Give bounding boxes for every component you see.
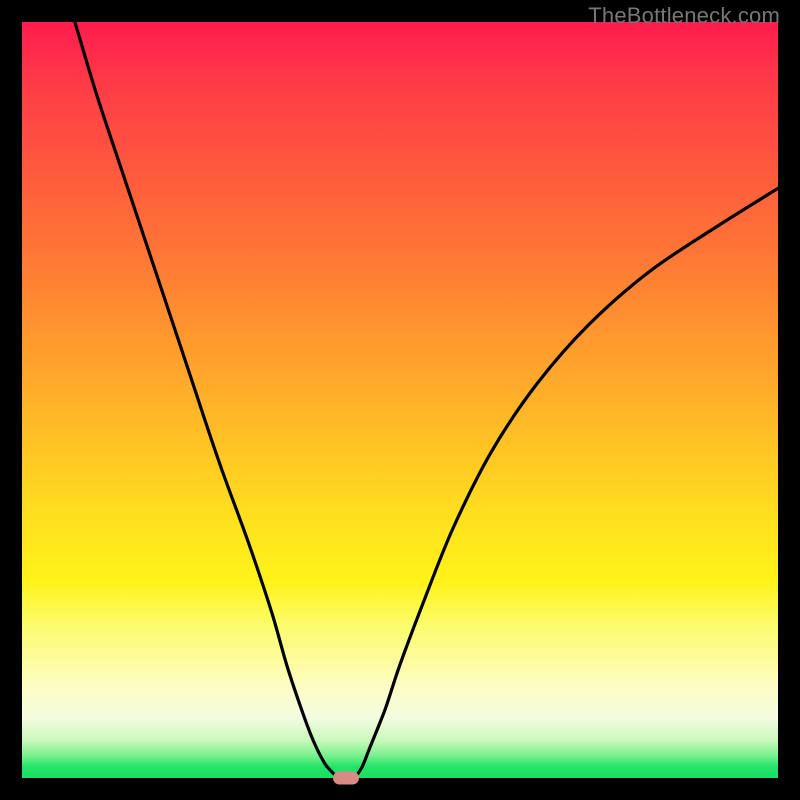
chart-root: TheBottleneck.com: [0, 0, 800, 800]
watermark-text: TheBottleneck.com: [588, 3, 780, 29]
curve-layer: [22, 22, 778, 778]
vertex-marker: [333, 772, 359, 785]
curve-left-branch: [75, 22, 338, 778]
plot-area: [22, 22, 778, 778]
curve-right-branch: [355, 188, 778, 778]
